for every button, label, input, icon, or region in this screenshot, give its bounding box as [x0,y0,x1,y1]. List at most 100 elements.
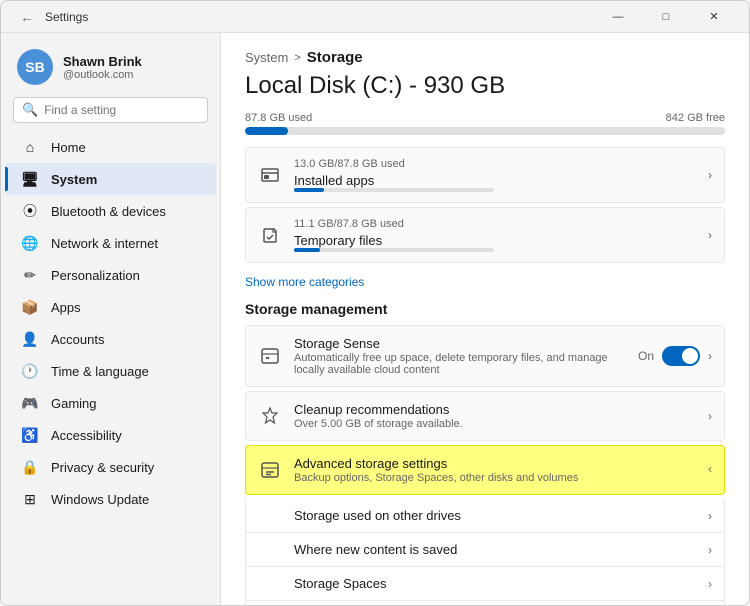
minimize-button[interactable]: — [595,1,641,33]
storage-free-label: 842 GB free [666,112,725,124]
storage-sense-toggle[interactable] [662,346,700,366]
breadcrumb-current: Storage [307,49,363,66]
content-area: System > Storage Local Disk (C:) - 930 G… [221,33,749,605]
time-icon: 🕐 [21,362,39,380]
sub-row-new-content[interactable]: Where new content is saved › [245,533,725,567]
search-icon: 🔍 [22,102,38,118]
advanced-storage-right: › [708,463,712,477]
storage-sense-toggle-label: On [638,349,654,363]
storage-sense-chevron: › [708,349,712,363]
storage-sense-icon [258,344,282,368]
sidebar-item-home[interactable]: ⌂ Home [5,131,216,163]
breadcrumb-system[interactable]: System [245,50,288,65]
cleanup-info: Cleanup recommendations Over 5.00 GB of … [294,402,696,430]
temp-files-icon [258,223,282,247]
sidebar-item-windows-update-label: Windows Update [51,492,149,507]
storage-bar-labels: 87.8 GB used 842 GB free [245,112,725,124]
apps-icon: 📦 [21,298,39,316]
sidebar-item-privacy[interactable]: 🔒 Privacy & security [5,451,216,483]
sidebar-item-privacy-label: Privacy & security [51,460,154,475]
titlebar-title: Settings [45,10,595,24]
cleanup-recommendations-row[interactable]: Cleanup recommendations Over 5.00 GB of … [245,391,725,441]
advanced-storage-chevron: › [708,463,712,477]
back-button[interactable]: ← [13,3,41,31]
sidebar-item-time[interactable]: 🕐 Time & language [5,355,216,387]
gaming-icon: 🎮 [21,394,39,412]
sidebar-item-bluetooth-label: Bluetooth & devices [51,204,166,219]
personalization-icon: ✏ [21,266,39,284]
sidebar-item-apps[interactable]: 📦 Apps [5,291,216,323]
sub-row-storage-spaces[interactable]: Storage Spaces › [245,567,725,601]
sub-row-storage-spaces-label: Storage Spaces [294,576,696,591]
titlebar: ← Settings — □ ✕ [1,1,749,33]
sidebar-item-home-label: Home [51,140,86,155]
sidebar-item-apps-label: Apps [51,300,81,315]
sidebar-item-personalization-label: Personalization [51,268,140,283]
cleanup-name: Cleanup recommendations [294,402,696,417]
main-layout: SB Shawn Brink @outlook.com 🔍 ⌂ Home 🖥 S… [1,33,749,605]
privacy-icon: 🔒 [21,458,39,476]
search-input[interactable] [44,103,199,117]
sidebar-item-personalization[interactable]: ✏ Personalization [5,259,216,291]
sidebar-item-windows-update[interactable]: ⊞ Windows Update [5,483,216,515]
page-title: Local Disk (C:) - 930 GB [245,72,725,100]
network-icon: 🌐 [21,234,39,252]
storage-bar-track [245,127,725,135]
show-more-categories[interactable]: Show more categories [245,275,364,289]
sidebar-item-network[interactable]: 🌐 Network & internet [5,227,216,259]
category-row-temp-files[interactable]: 11.1 GB/87.8 GB used Temporary files › [245,207,725,263]
breadcrumb-arrow: > [294,52,300,64]
storage-sense-desc: Automatically free up space, delete temp… [294,352,626,376]
category-row-installed-apps[interactable]: 13.0 GB/87.8 GB used Installed apps › [245,147,725,203]
installed-apps-bar [294,188,494,192]
storage-sense-right: On › [638,346,712,366]
advanced-storage-settings-row[interactable]: Advanced storage settings Backup options… [245,445,725,495]
sidebar-item-accounts[interactable]: 👤 Accounts [5,323,216,355]
sidebar-item-gaming-label: Gaming [51,396,97,411]
user-name: Shawn Brink [63,54,142,69]
sidebar-item-accounts-label: Accounts [51,332,104,347]
sidebar-item-gaming[interactable]: 🎮 Gaming [5,387,216,419]
storage-bar-container: 87.8 GB used 842 GB free [245,112,725,135]
search-box[interactable]: 🔍 [13,97,208,123]
temp-files-chevron: › [708,228,712,242]
home-icon: ⌂ [21,138,39,156]
sidebar: SB Shawn Brink @outlook.com 🔍 ⌂ Home 🖥 S… [1,33,221,605]
advanced-storage-container: 1. Click on 🖱 Advanced storage settings … [245,445,725,495]
breadcrumb: System > Storage [245,49,725,66]
settings-window: ← Settings — □ ✕ SB Shawn Brink @outlook… [0,0,750,606]
system-icon: 🖥 [21,170,39,188]
sub-row-new-content-chevron: › [708,543,712,557]
storage-sense-row[interactable]: Storage Sense Automatically free up spac… [245,325,725,387]
installed-apps-chevron: › [708,168,712,182]
temp-files-name: Temporary files [294,233,696,248]
user-info: Shawn Brink @outlook.com [63,54,142,81]
close-button[interactable]: ✕ [691,1,737,33]
storage-bar-fill [245,127,288,135]
storage-used-label: 87.8 GB used [245,112,312,124]
sub-row-storage-other-drives-chevron: › [708,509,712,523]
sidebar-item-system-label: System [51,172,97,187]
sub-row-storage-other-drives[interactable]: Storage used on other drives › [245,499,725,533]
sub-row-storage-other-drives-label: Storage used on other drives [294,508,696,523]
advanced-storage-name: Advanced storage settings [294,456,696,471]
sub-row-new-content-label: Where new content is saved [294,542,696,557]
storage-sense-info: Storage Sense Automatically free up spac… [294,336,626,376]
cleanup-chevron: › [708,409,712,423]
advanced-storage-desc: Backup options, Storage Spaces, other di… [294,472,696,484]
sidebar-item-accessibility-label: Accessibility [51,428,122,443]
user-section: SB Shawn Brink @outlook.com [1,41,220,97]
installed-apps-name: Installed apps [294,173,696,188]
sidebar-item-system[interactable]: 🖥 System [5,163,216,195]
sidebar-item-accessibility[interactable]: ♿ Accessibility [5,419,216,451]
sub-row-storage-spaces-chevron: › [708,577,712,591]
windows-update-icon: ⊞ [21,490,39,508]
sidebar-item-bluetooth[interactable]: ⦿ Bluetooth & devices [5,195,216,227]
cleanup-desc: Over 5.00 GB of storage available. [294,418,696,430]
maximize-button[interactable]: □ [643,1,689,33]
storage-sense-name: Storage Sense [294,336,626,351]
cleanup-right: › [708,409,712,423]
sub-row-disks-volumes[interactable]: Disks & volumes › [245,601,725,605]
window-controls: — □ ✕ [595,1,737,33]
category-info-temp-files: 11.1 GB/87.8 GB used Temporary files [294,218,696,252]
